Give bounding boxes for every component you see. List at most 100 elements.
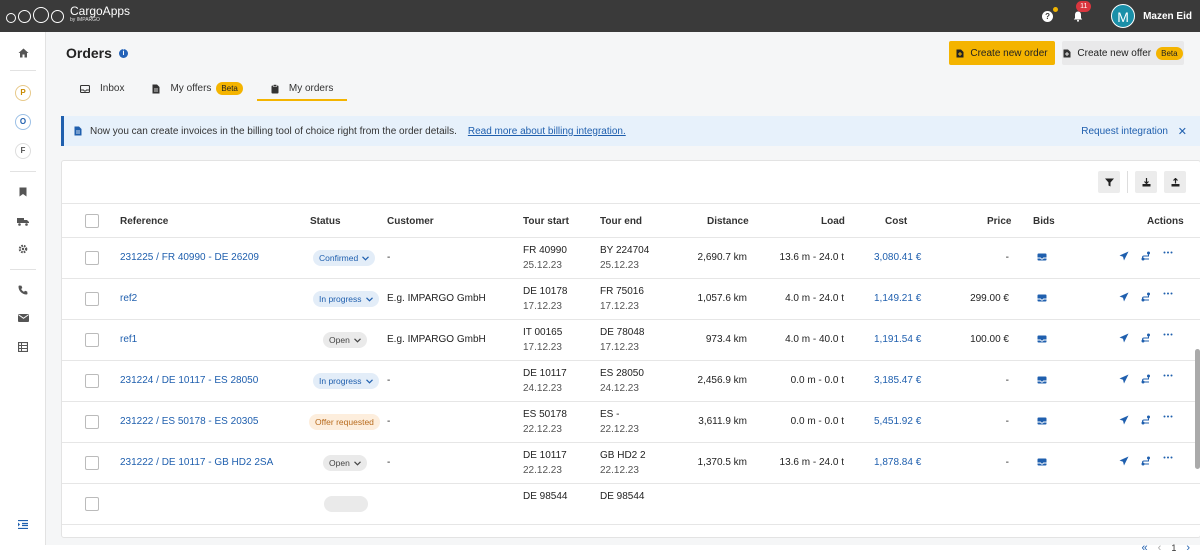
- home-icon[interactable]: [0, 45, 46, 61]
- tab-my-offers[interactable]: My offers Beta: [138, 76, 256, 101]
- collapse-menu-icon[interactable]: [0, 516, 46, 532]
- column-header-cost[interactable]: Cost: [885, 204, 907, 239]
- status-dropdown[interactable]: In progress: [313, 373, 379, 389]
- order-reference-link[interactable]: 231224 / DE 10117 - ES 28050: [120, 375, 258, 386]
- truck-icon[interactable]: [0, 213, 46, 229]
- row-checkbox[interactable]: [85, 333, 99, 347]
- order-reference-link[interactable]: ref1: [120, 334, 137, 345]
- table-row[interactable]: 231225 / FR 40990 - DE 26209 Confirmed - FR…: [62, 238, 1200, 279]
- table-row[interactable]: ref2 In progress E.g. IMPARGO GmbH DE 10178…: [62, 279, 1200, 320]
- help-icon[interactable]: ?: [1042, 6, 1059, 22]
- more-options-icon[interactable]: [1163, 251, 1173, 261]
- close-icon[interactable]: ✕: [1178, 125, 1187, 138]
- order-reference-link[interactable]: 231225 / FR 40990 - DE 26209: [120, 252, 259, 263]
- select-all-checkbox[interactable]: [85, 214, 99, 228]
- route-icon[interactable]: [1141, 374, 1151, 384]
- route-icon[interactable]: [1141, 415, 1151, 425]
- cost-link[interactable]: 1,878.84 €: [874, 457, 921, 468]
- column-header-reference[interactable]: Reference: [120, 204, 168, 239]
- mail-icon[interactable]: [0, 310, 46, 326]
- bids-inbox-icon[interactable]: [1037, 458, 1047, 469]
- upload-button[interactable]: [1164, 171, 1186, 193]
- order-reference-link[interactable]: ref2: [120, 293, 137, 304]
- order-reference-link[interactable]: 231222 / DE 10117 - GB HD2 2SA: [120, 457, 273, 468]
- status-dropdown[interactable]: In progress: [313, 291, 379, 307]
- first-page-icon[interactable]: «: [1142, 542, 1148, 554]
- route-icon[interactable]: [1141, 456, 1151, 466]
- order-reference-link[interactable]: 231222 / ES 50178 - ES 20305: [120, 416, 258, 427]
- create-new-offer-button[interactable]: Create new offer Beta: [1062, 41, 1184, 65]
- row-checkbox[interactable]: [85, 456, 99, 470]
- send-icon[interactable]: [1119, 415, 1129, 425]
- user-name[interactable]: Mazen Eid: [1143, 11, 1192, 22]
- bids-inbox-icon[interactable]: [1037, 294, 1047, 305]
- download-button[interactable]: [1135, 171, 1157, 193]
- create-new-order-button[interactable]: Create new order: [949, 41, 1055, 65]
- route-icon[interactable]: [1141, 292, 1151, 302]
- tab-my-orders[interactable]: My orders: [256, 76, 348, 101]
- tab-inbox[interactable]: Inbox: [66, 76, 138, 101]
- column-header-tour-end[interactable]: Tour end: [600, 204, 642, 239]
- more-options-icon[interactable]: [1163, 333, 1173, 343]
- column-header-bids[interactable]: Bids: [1033, 204, 1055, 239]
- scrollbar[interactable]: [1195, 349, 1200, 469]
- billing-integration-link[interactable]: Read more about billing integration.: [468, 126, 626, 137]
- sidebar-item-p[interactable]: P: [0, 85, 46, 101]
- column-header-distance[interactable]: Distance: [707, 204, 749, 239]
- cost-link[interactable]: 5,451.92 €: [874, 416, 921, 427]
- table-row[interactable]: 231224 / DE 10117 - ES 28050 In progress -…: [62, 361, 1200, 402]
- cost-link[interactable]: 1,191.54 €: [874, 334, 921, 345]
- filter-button[interactable]: [1098, 171, 1120, 193]
- send-icon[interactable]: [1119, 456, 1129, 466]
- bids-inbox-icon[interactable]: [1037, 253, 1047, 264]
- more-options-icon[interactable]: [1163, 415, 1173, 425]
- table-icon[interactable]: [0, 339, 46, 355]
- more-options-icon[interactable]: [1163, 456, 1173, 466]
- row-checkbox[interactable]: [85, 374, 99, 388]
- row-checkbox[interactable]: [85, 292, 99, 306]
- send-icon[interactable]: [1119, 374, 1129, 384]
- bids-inbox-icon[interactable]: [1037, 417, 1047, 428]
- table-row[interactable]: ref1 Open E.g. IMPARGO GmbH IT 00165 17.12.2…: [62, 320, 1200, 361]
- cost-link[interactable]: 3,080.41 €: [874, 252, 921, 263]
- bids-inbox-icon[interactable]: [1037, 376, 1047, 387]
- column-header-status[interactable]: Status: [310, 204, 341, 239]
- table-row[interactable]: 231222 / DE 10117 - GB HD2 2SA Open - DE 10…: [62, 443, 1200, 484]
- gear-icon[interactable]: [0, 241, 46, 257]
- column-header-load[interactable]: Load: [821, 204, 845, 239]
- column-header-customer[interactable]: Customer: [387, 204, 434, 239]
- more-options-icon[interactable]: [1163, 374, 1173, 384]
- send-icon[interactable]: [1119, 251, 1129, 261]
- sidebar-item-f[interactable]: F: [0, 143, 46, 159]
- previous-page-icon[interactable]: ‹: [1158, 542, 1162, 554]
- table-row[interactable]: 231222 / ES 50178 - ES 20305 Offer reques…: [62, 402, 1200, 443]
- status-dropdown[interactable]: Confirmed: [313, 250, 376, 266]
- cost-link[interactable]: 3,185.47 €: [874, 375, 921, 386]
- table-row[interactable]: DE 98544 DE 98544: [62, 484, 1200, 525]
- status-dropdown[interactable]: Open: [323, 332, 367, 348]
- status-dropdown[interactable]: [324, 496, 368, 512]
- row-checkbox[interactable]: [85, 251, 99, 265]
- row-checkbox[interactable]: [85, 415, 99, 429]
- send-icon[interactable]: [1119, 333, 1129, 343]
- row-checkbox[interactable]: [85, 497, 99, 511]
- column-header-price[interactable]: Price: [987, 204, 1011, 239]
- info-icon[interactable]: i: [118, 48, 128, 58]
- bookmark-icon[interactable]: [0, 184, 46, 200]
- status-dropdown[interactable]: Open: [323, 455, 367, 471]
- route-icon[interactable]: [1141, 251, 1151, 261]
- cost-link[interactable]: 1,149.21 €: [874, 293, 921, 304]
- more-options-icon[interactable]: [1163, 292, 1173, 302]
- sidebar-item-o[interactable]: O: [0, 114, 46, 130]
- request-integration-link[interactable]: Request integration: [1081, 126, 1168, 137]
- user-avatar[interactable]: M: [1111, 4, 1136, 28]
- column-header-tour-start[interactable]: Tour start: [523, 204, 569, 239]
- app-logo[interactable]: CargoApps by IMPARGO: [6, 5, 130, 23]
- bids-inbox-icon[interactable]: [1037, 335, 1047, 346]
- phone-icon[interactable]: [0, 282, 46, 298]
- route-icon[interactable]: [1141, 333, 1151, 343]
- next-page-icon[interactable]: ›: [1186, 542, 1190, 554]
- send-icon[interactable]: [1119, 292, 1129, 302]
- notifications-bell-icon[interactable]: 11: [1073, 0, 1092, 22]
- status-dropdown[interactable]: Offer requested: [309, 414, 380, 430]
